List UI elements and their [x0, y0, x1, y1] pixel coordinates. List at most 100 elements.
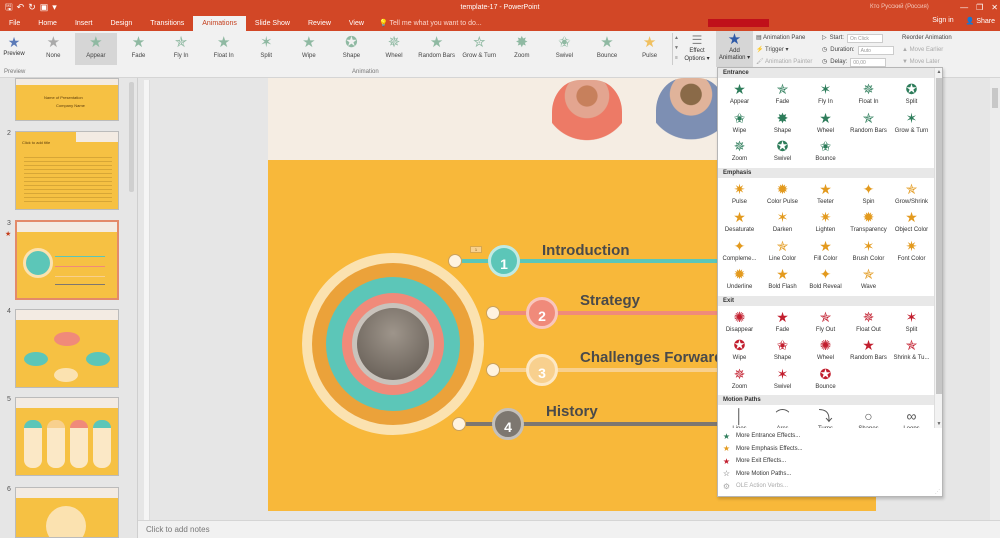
- exit-effect-2[interactable]: ✯ Fly Out: [804, 308, 847, 337]
- exit-effect-10[interactable]: ✵ Zoom: [718, 365, 761, 394]
- gallery-fade[interactable]: ★ Fade: [117, 33, 160, 65]
- emphasis-effect-16[interactable]: ★ Bold Flash: [761, 265, 804, 294]
- gallery-split[interactable]: ✶ Split: [245, 33, 288, 65]
- motion-effect-4[interactable]: ∞ Loops: [890, 407, 933, 428]
- ole-action-verbs[interactable]: ⚙ OLE Action Verbs...: [718, 480, 942, 493]
- entrance-effect-7[interactable]: ★ Wheel: [804, 109, 847, 138]
- tab-design[interactable]: Design: [101, 16, 141, 31]
- exit-effect-3[interactable]: ✵ Float Out: [847, 308, 890, 337]
- entrance-effect-2[interactable]: ✶ Fly In: [804, 80, 847, 109]
- duration-input[interactable]: Auto: [857, 45, 894, 55]
- close-button[interactable]: ✕: [991, 3, 998, 12]
- entrance-effect-9[interactable]: ✶ Grow & Turn: [890, 109, 933, 138]
- minimize-button[interactable]: —: [960, 3, 968, 12]
- slide-thumbnail-6[interactable]: [15, 487, 119, 538]
- emphasis-effect-7[interactable]: ✷ Lighten: [804, 208, 847, 237]
- exit-effect-0[interactable]: ✺ Disappear: [718, 308, 761, 337]
- canvas-scrollbar[interactable]: [990, 78, 1000, 520]
- slide-thumbnail-5[interactable]: [15, 397, 119, 476]
- maximize-button[interactable]: ❐: [976, 3, 983, 12]
- exit-effect-12[interactable]: ✪ Bounce: [804, 365, 847, 394]
- entrance-effect-6[interactable]: ✸ Shape: [761, 109, 804, 138]
- gallery-bounce[interactable]: ★ Bounce: [586, 33, 629, 65]
- delay-input[interactable]: 00,00: [850, 57, 887, 67]
- gallery-pulse[interactable]: ★ Pulse: [628, 33, 671, 65]
- entrance-effect-12[interactable]: ✬ Bounce: [804, 137, 847, 166]
- exit-effect-1[interactable]: ★ Fade: [761, 308, 804, 337]
- motion-effect-1[interactable]: ⌒ Arcs: [761, 407, 804, 428]
- gallery-appear[interactable]: ★ Appear: [74, 33, 118, 65]
- emphasis-effect-3[interactable]: ✦ Spin: [847, 180, 890, 209]
- save-icon[interactable]: 🖫: [5, 0, 13, 14]
- more-exit-effects[interactable]: ★ More Exit Effects...: [718, 455, 942, 468]
- dropdown-scrollbar[interactable]: ▲ ▼: [934, 68, 942, 428]
- animation-pane-button[interactable]: ▤ Animation Pane: [756, 32, 818, 44]
- exit-effect-7[interactable]: ✺ Wheel: [804, 336, 847, 365]
- entrance-effect-5[interactable]: ✬ Wipe: [718, 109, 761, 138]
- emphasis-effect-13[interactable]: ✶ Brush Color: [847, 237, 890, 266]
- emphasis-effect-0[interactable]: ✷ Pulse: [718, 180, 761, 209]
- tab-file[interactable]: File: [0, 16, 29, 31]
- entrance-effect-11[interactable]: ✪ Swivel: [761, 137, 804, 166]
- emphasis-effect-10[interactable]: ✦ Compleme...: [718, 237, 761, 266]
- tab-transitions[interactable]: Transitions: [141, 16, 193, 31]
- exit-effect-11[interactable]: ✶ Swivel: [761, 365, 804, 394]
- exit-effect-4[interactable]: ✶ Split: [890, 308, 933, 337]
- preview-button[interactable]: ★ Preview: [2, 33, 26, 57]
- move-earlier-button[interactable]: ▲ Move Earlier: [902, 44, 998, 56]
- scroll-up-icon[interactable]: ▲: [935, 68, 942, 76]
- start-slideshow-icon[interactable]: ▣: [40, 0, 49, 14]
- exit-effect-6[interactable]: ✬ Shape: [761, 336, 804, 365]
- effect-options-button[interactable]: ☰ Effect Options ▾: [682, 33, 712, 63]
- tab-home[interactable]: Home: [29, 16, 66, 31]
- slide-thumbnail-4[interactable]: [15, 309, 119, 388]
- exit-effect-9[interactable]: ✯ Shrink & Tu...: [890, 336, 933, 365]
- entrance-effect-0[interactable]: ★ Appear: [718, 80, 761, 109]
- gallery-zoom[interactable]: ✸ Zoom: [501, 33, 544, 65]
- gallery-random-bars[interactable]: ★ Random Bars: [415, 33, 458, 65]
- motion-effect-3[interactable]: ○ Shapes: [847, 407, 890, 428]
- start-select[interactable]: On Click: [846, 33, 883, 43]
- motion-effect-2[interactable]: ⤵ Turns: [804, 407, 847, 428]
- more-motion-paths[interactable]: ☆ More Motion Paths...: [718, 468, 942, 481]
- add-animation-button[interactable]: ★ Add Animation ▾: [716, 31, 753, 67]
- emphasis-effect-15[interactable]: ✹ Underline: [718, 265, 761, 294]
- motion-effect-0[interactable]: │ Lines: [718, 407, 761, 428]
- gallery-shape[interactable]: ✪ Shape: [330, 33, 373, 65]
- emphasis-effect-14[interactable]: ✷ Font Color: [890, 237, 933, 266]
- customize-qat-icon[interactable]: ▾: [52, 0, 57, 14]
- gallery-float-in[interactable]: ★ Float In: [202, 33, 245, 65]
- emphasis-effect-5[interactable]: ★ Desaturate: [718, 208, 761, 237]
- gallery-grow-turn[interactable]: ✮ Grow & Turn: [458, 33, 501, 65]
- gallery-fly-in[interactable]: ✯ Fly In: [160, 33, 203, 65]
- gallery-wipe[interactable]: ★ Wipe: [288, 33, 331, 65]
- entrance-effect-10[interactable]: ✵ Zoom: [718, 137, 761, 166]
- emphasis-effect-8[interactable]: ✹ Transparency: [847, 208, 890, 237]
- resize-grip-icon[interactable]: ⋰: [935, 489, 940, 495]
- gallery-swivel[interactable]: ✬ Swivel: [543, 33, 586, 65]
- tab-animations[interactable]: Animations: [193, 16, 246, 31]
- exit-effect-5[interactable]: ✪ Wipe: [718, 336, 761, 365]
- emphasis-effect-6[interactable]: ✶ Darken: [761, 208, 804, 237]
- emphasis-effect-2[interactable]: ★ Teeter: [804, 180, 847, 209]
- gallery-none[interactable]: ★ None: [32, 33, 75, 65]
- tab-view[interactable]: View: [340, 16, 373, 31]
- slide-thumbnail-1[interactable]: Name of Presentation Company Name: [15, 78, 119, 121]
- dropdown-scroll-thumb[interactable]: [936, 78, 942, 394]
- emphasis-effect-12[interactable]: ★ Fill Color: [804, 237, 847, 266]
- exit-effect-8[interactable]: ★ Random Bars: [847, 336, 890, 365]
- share-button[interactable]: 👤 Share: [966, 17, 995, 25]
- entrance-effect-1[interactable]: ✯ Fade: [761, 80, 804, 109]
- undo-icon[interactable]: ↶: [17, 0, 25, 14]
- canvas-scroll-thumb[interactable]: [992, 88, 998, 108]
- entrance-effect-4[interactable]: ✪ Split: [890, 80, 933, 109]
- tell-me-box[interactable]: 💡 Tell me what you want to do...: [379, 16, 482, 31]
- emphasis-effect-18[interactable]: ✯ Wave: [847, 265, 890, 294]
- slide-thumbnail-2[interactable]: Click to add title: [15, 131, 119, 210]
- sign-in-link[interactable]: Sign in: [932, 17, 953, 25]
- emphasis-effect-1[interactable]: ✹ Color Pulse: [761, 180, 804, 209]
- slides-scrollbar[interactable]: [129, 82, 134, 192]
- more-emphasis-effects[interactable]: ★ More Emphasis Effects...: [718, 443, 942, 456]
- tab-review[interactable]: Review: [299, 16, 340, 31]
- notes-pane[interactable]: Click to add notes: [138, 520, 1000, 538]
